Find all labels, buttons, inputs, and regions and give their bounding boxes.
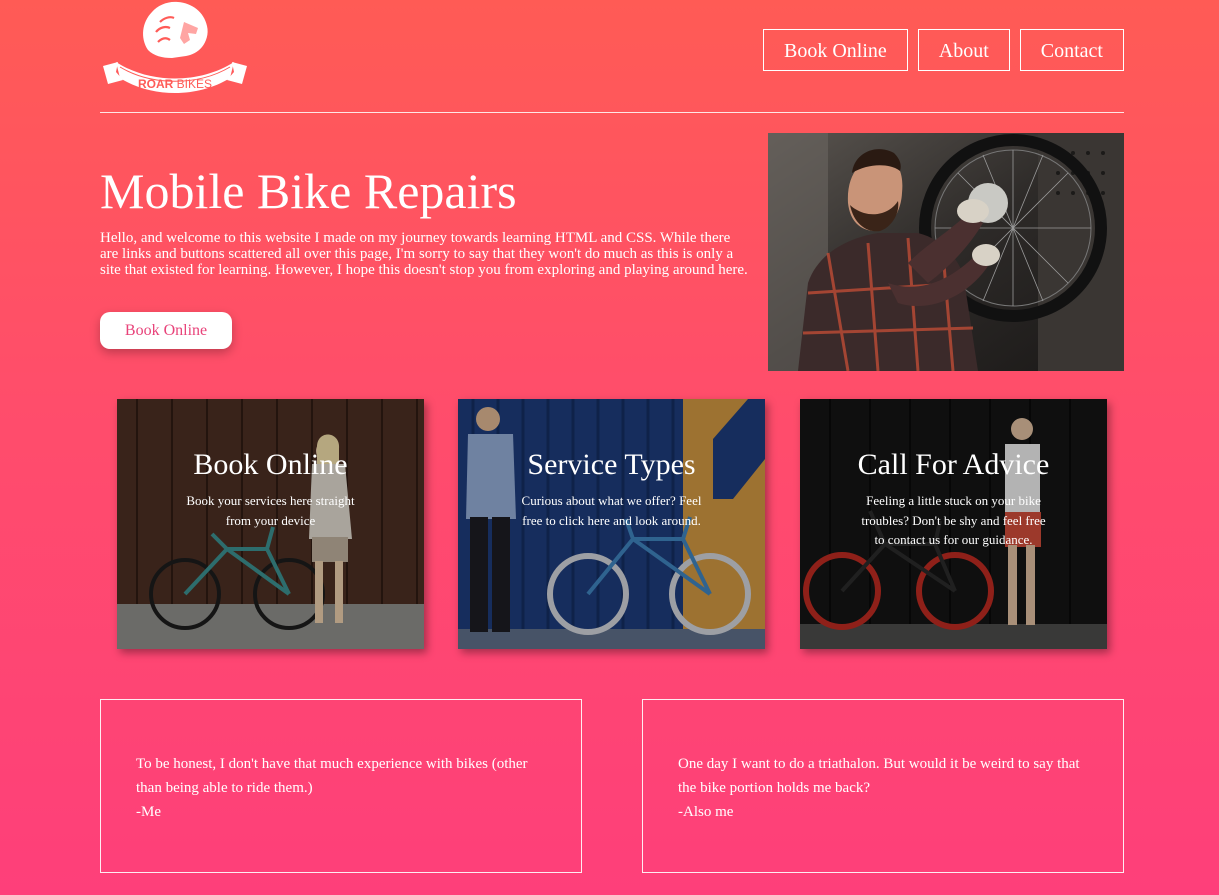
nav-book-online-button[interactable]: Book Online [763,29,908,71]
card-title: Book Online [193,448,348,481]
card-text: Curious about what we offer? Feel free t… [521,493,702,528]
card-text: Feeling a little stuck on your bike trou… [861,493,1046,547]
mechanic-photo [768,133,1124,371]
card-service-types[interactable]: Service Types Curious about what we offe… [458,399,765,649]
quote-text: One day I want to do a triathalon. But w… [678,756,1080,796]
quote-box: To be honest, I don't have that much exp… [100,699,582,873]
hero-book-online-button[interactable]: Book Online [100,312,232,349]
hero-intro-text: Hello, and welcome to this website I mad… [100,230,748,278]
card-title: Call For Advice [857,448,1050,481]
page-title: Mobile Bike Repairs [100,163,517,219]
nav-contact-button[interactable]: Contact [1019,29,1124,71]
card-title: Service Types [527,448,696,481]
card-call-for-advice[interactable]: Call For Advice Feeling a little stuck o… [800,399,1107,649]
header-divider [100,112,1124,113]
lion-logo-icon: ROAR BIKES [103,1,247,93]
top-nav: Book Online About Contact [763,29,1124,71]
quote-box: One day I want to do a triathalon. But w… [642,699,1124,873]
quote-author: -Also me [678,804,734,820]
roar-bikes-logo[interactable]: ROAR BIKES [100,0,250,100]
quote-text: To be honest, I don't have that much exp… [136,756,528,796]
nav-about-button[interactable]: About [917,29,1010,71]
card-book-online[interactable]: Book Online Book your services here stra… [117,399,424,649]
card-text: Book your services here straight from yo… [186,493,355,528]
quote-author: -Me [136,804,161,820]
logo-text: ROAR BIKES [138,77,212,91]
